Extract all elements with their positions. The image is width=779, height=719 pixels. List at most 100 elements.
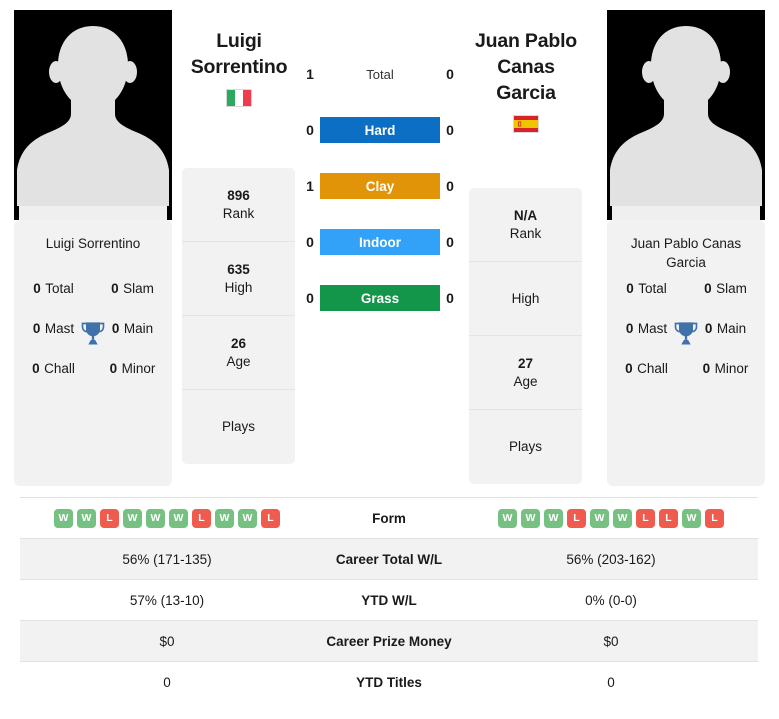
titles-left-slam: 0 Slam bbox=[93, 280, 172, 298]
h2h-grass-right-score: 0 bbox=[446, 290, 454, 306]
form-strip-left: WWLWWWLWWL bbox=[20, 508, 314, 528]
form-chip-win[interactable]: W bbox=[521, 508, 540, 528]
form-chip-win[interactable]: W bbox=[77, 508, 96, 528]
titles-right-mast-label: Mast bbox=[637, 321, 668, 336]
info-left-rank: 896 Rank bbox=[182, 168, 295, 242]
titles-left-slam-value: 0 bbox=[111, 281, 119, 296]
h2h-indoor-right-score: 0 bbox=[446, 234, 454, 250]
titles-left-total-label: Total bbox=[45, 281, 74, 296]
form-chip-win[interactable]: W bbox=[54, 508, 73, 528]
titles-left-slam-label: Slam bbox=[123, 281, 154, 296]
form-chip-win[interactable]: W bbox=[215, 508, 234, 528]
form-chip-win[interactable]: W bbox=[238, 508, 257, 528]
titles-card-right: Juan Pablo Canas Garcia 0 Total 0 Slam 0… bbox=[607, 220, 765, 486]
h2h-hard-bar[interactable]: Hard bbox=[320, 117, 440, 143]
ytd-titles-left: 0 bbox=[163, 674, 171, 690]
titles-right-main-value: 0 bbox=[704, 321, 713, 336]
info-left-plays-label: Plays bbox=[221, 419, 255, 434]
player-name-right-line1: Juan Pablo bbox=[474, 30, 578, 52]
info-right-high-label: High bbox=[511, 290, 540, 306]
h2h-indoor-bar[interactable]: Indoor bbox=[320, 229, 440, 255]
table-row: 57% (13-10) YTD W/L 0% (0-0) bbox=[20, 579, 758, 621]
career-wl-left: 56% (171-135) bbox=[122, 551, 212, 567]
table-row: WWLWWWLWWL Form WWWLWWLLWL bbox=[20, 497, 758, 539]
player-name-left-line1: Luigi bbox=[216, 30, 262, 52]
titles-card-right-name: Juan Pablo Canas Garcia bbox=[630, 236, 742, 270]
avatar-left[interactable] bbox=[14, 10, 172, 220]
info-right-rank: N/A Rank bbox=[469, 188, 582, 262]
titles-right-minor-value: 0 bbox=[702, 361, 711, 376]
info-right-plays: Plays bbox=[469, 410, 582, 484]
h2h-total-left-score: 1 bbox=[306, 66, 314, 82]
form-right-cell: WWWLWWLLWL bbox=[464, 498, 758, 539]
h2h-grass-bar[interactable]: Grass bbox=[320, 285, 440, 311]
titles-left-total-value: 0 bbox=[33, 281, 41, 296]
info-right-age: 27 Age bbox=[469, 336, 582, 410]
form-left-cell: WWLWWWLWWL bbox=[20, 498, 314, 539]
titles-left-minor-value: 0 bbox=[109, 361, 118, 376]
form-chip-loss[interactable]: L bbox=[567, 508, 586, 528]
titles-card-left: Luigi Sorrentino 0 Total 0 Slam 0 Mast 0… bbox=[14, 220, 172, 486]
form-chip-loss[interactable]: L bbox=[192, 508, 211, 528]
table-row: $0 Career Prize Money $0 bbox=[20, 620, 758, 662]
form-strip-right: WWWLWWLLWL bbox=[464, 508, 758, 528]
form-chip-win[interactable]: W bbox=[169, 508, 188, 528]
player-name-right: Juan Pablo Canas Garcia bbox=[467, 28, 585, 133]
ytd-wl-left: 57% (13-10) bbox=[129, 592, 205, 608]
titles-right-total: 0 Total bbox=[607, 280, 686, 298]
info-left-age-value: 26 bbox=[230, 335, 247, 351]
titles-right-minor: 0 Minor bbox=[686, 360, 765, 378]
titles-right-slam-value: 0 bbox=[704, 281, 712, 296]
table-row: 56% (171-135) Career Total W/L 56% (203-… bbox=[20, 538, 758, 580]
ytd-titles-right: 0 bbox=[607, 674, 615, 690]
info-card-right: N/A Rank High 27 Age Plays bbox=[469, 188, 582, 484]
prize-money-left: $0 bbox=[159, 633, 175, 649]
form-chip-loss[interactable]: L bbox=[100, 508, 119, 528]
player-name-left: Luigi Sorrentino bbox=[180, 28, 298, 107]
h2h-row-hard: 0 Hard 0 bbox=[300, 116, 460, 144]
h2h-indoor-left-score: 0 bbox=[306, 234, 314, 250]
form-chip-loss[interactable]: L bbox=[659, 508, 678, 528]
h2h-clay-left-score: 1 bbox=[306, 178, 314, 194]
titles-left-total: 0 Total bbox=[14, 280, 93, 298]
form-chip-win[interactable]: W bbox=[590, 508, 609, 528]
info-right-plays-label: Plays bbox=[508, 439, 542, 454]
player-avatar-placeholder-icon bbox=[14, 10, 172, 220]
player-name-left-line2: Sorrentino bbox=[190, 56, 288, 78]
titles-card-left-name: Luigi Sorrentino bbox=[45, 236, 141, 251]
stat-label-career-wl: Career Total W/L bbox=[335, 551, 443, 567]
titles-left-chall: 0 Chall bbox=[14, 360, 93, 378]
form-chip-win[interactable]: W bbox=[123, 508, 142, 528]
form-chip-loss[interactable]: L bbox=[636, 508, 655, 528]
titles-right-slam-label: Slam bbox=[716, 281, 747, 296]
h2h-grass-left-score: 0 bbox=[306, 290, 314, 306]
h2h-row-indoor: 0 Indoor 0 bbox=[300, 228, 460, 256]
titles-left-minor-label: Minor bbox=[121, 361, 156, 376]
flag-spain-icon bbox=[513, 115, 539, 133]
table-row: 0 YTD Titles 0 bbox=[20, 661, 758, 703]
info-right-age-label: Age bbox=[513, 373, 538, 389]
info-left-rank-label: Rank bbox=[222, 205, 255, 221]
form-chip-loss[interactable]: L bbox=[261, 508, 280, 528]
h2h-row-clay: 1 Clay 0 bbox=[300, 172, 460, 200]
info-right-rank-value: N/A bbox=[513, 207, 538, 223]
titles-right-mast-value: 0 bbox=[625, 321, 634, 336]
titles-left-main-value: 0 bbox=[111, 321, 120, 336]
form-chip-loss[interactable]: L bbox=[705, 508, 724, 528]
info-left-rank-value: 896 bbox=[227, 187, 250, 203]
form-chip-win[interactable]: W bbox=[146, 508, 165, 528]
trophy-icon bbox=[81, 322, 105, 345]
h2h-clay-bar[interactable]: Clay bbox=[320, 173, 440, 199]
form-chip-win[interactable]: W bbox=[498, 508, 517, 528]
form-chip-win[interactable]: W bbox=[544, 508, 563, 528]
form-chip-win[interactable]: W bbox=[613, 508, 632, 528]
titles-left-chall-value: 0 bbox=[32, 361, 40, 376]
avatar-right[interactable] bbox=[607, 10, 765, 220]
stat-label-ytd-titles: YTD Titles bbox=[356, 674, 422, 690]
form-chip-win[interactable]: W bbox=[682, 508, 701, 528]
info-card-left: 896 Rank 635 High 26 Age Plays bbox=[182, 168, 295, 464]
titles-right-chall: 0 Chall bbox=[607, 360, 686, 378]
titles-left-mast-label: Mast bbox=[44, 321, 75, 336]
h2h-row-total: 1 Total 0 bbox=[300, 60, 460, 88]
titles-right-chall-label: Chall bbox=[637, 361, 668, 376]
